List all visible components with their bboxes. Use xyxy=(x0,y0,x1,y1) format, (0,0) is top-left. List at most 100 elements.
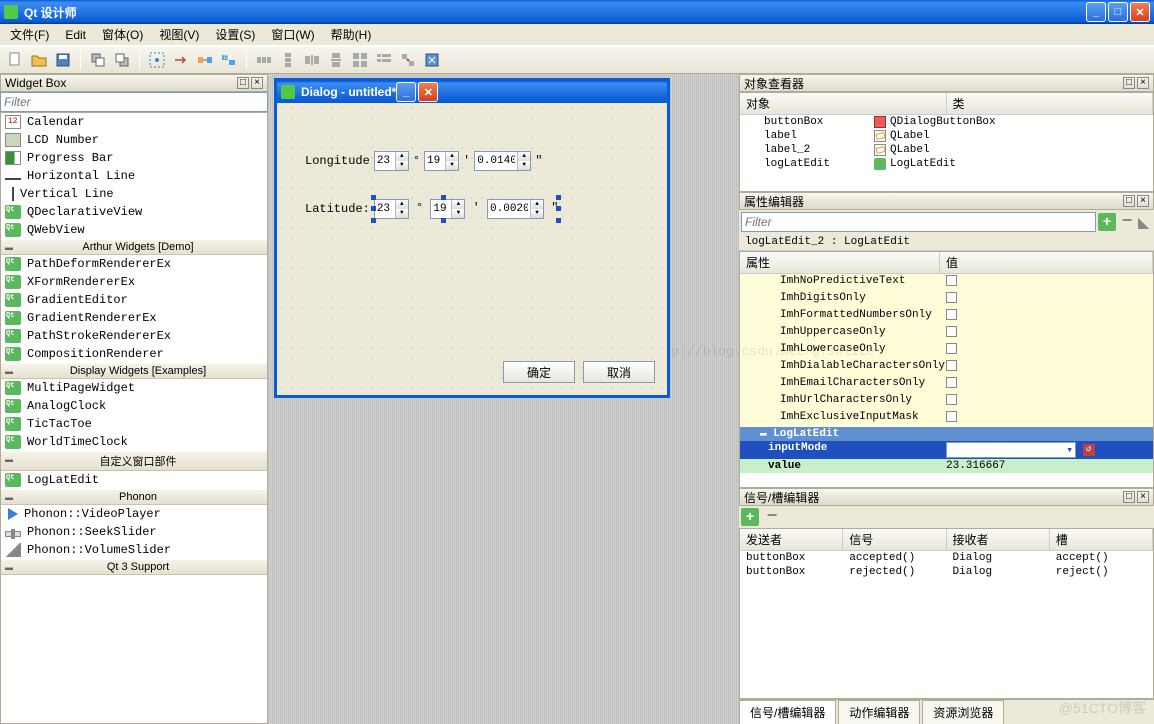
pe-row-value[interactable]: value23.316667 xyxy=(740,459,1153,473)
pe-imhexclusive[interactable]: ImhExclusiveInputMask xyxy=(740,410,1153,427)
new-form-button[interactable] xyxy=(4,49,26,71)
pe-imhnopredictive[interactable]: ImhNoPredictiveText xyxy=(740,274,1153,291)
layout-vert-button[interactable] xyxy=(277,49,299,71)
ss-row-accepted[interactable]: buttonBoxaccepted()Dialogaccept() xyxy=(740,551,1153,565)
pe-imhdigitsonly[interactable]: ImhDigitsOnly xyxy=(740,291,1153,308)
oi-row-loglatedit[interactable]: logLatEditLogLatEdit xyxy=(740,157,1153,171)
ss-float-button[interactable]: □ xyxy=(1123,491,1135,503)
adjust-size-button[interactable] xyxy=(421,49,443,71)
ok-button[interactable]: 确定 xyxy=(503,361,575,383)
ss-add-button[interactable]: + xyxy=(741,508,759,526)
pe-float-button[interactable]: □ xyxy=(1123,195,1135,207)
edit-signals-button[interactable] xyxy=(170,49,192,71)
ss-col-receiver[interactable]: 接收者 xyxy=(947,529,1050,550)
widget-composition[interactable]: CompositionRenderer xyxy=(1,345,267,363)
oi-row-label2[interactable]: label_2QLabel xyxy=(740,143,1153,157)
widget-qwebview[interactable]: QWebView xyxy=(1,221,267,239)
tab-signalslot[interactable]: 信号/槽编辑器 xyxy=(739,700,836,724)
lng-deg-spinbox[interactable]: ▲▼ xyxy=(374,151,409,171)
widget-loglatedit[interactable]: LogLatEdit xyxy=(1,471,267,489)
widget-analogclock[interactable]: AnalogClock xyxy=(1,397,267,415)
propertyeditor-filter[interactable] xyxy=(741,212,1096,232)
latitude-row[interactable]: Latitude: ▲▼ ° ▲▼ ′ ▲▼ ″ xyxy=(305,199,558,219)
ss-col-signal[interactable]: 信号 xyxy=(843,529,946,550)
dock-close-button[interactable]: × xyxy=(251,77,263,89)
widget-cat-arthur[interactable]: Arthur Widgets [Demo] xyxy=(1,239,267,255)
lng-min-spinbox[interactable]: ▲▼ xyxy=(424,151,459,171)
pe-col-value[interactable]: 值 xyxy=(940,252,1153,273)
lat-sec-spinbox[interactable]: ▲▼ xyxy=(487,199,544,219)
menu-help[interactable]: 帮助(H) xyxy=(325,24,378,45)
widget-gradienteditor[interactable]: GradientEditor xyxy=(1,291,267,309)
dock-float-button[interactable]: □ xyxy=(237,77,249,89)
signalslot-table[interactable]: 发送者 信号 接收者 槽 buttonBoxaccepted()Dialogac… xyxy=(739,528,1154,699)
pe-imhupper[interactable]: ImhUppercaseOnly xyxy=(740,325,1153,342)
dialog-minimize-button[interactable]: _ xyxy=(396,82,416,102)
widget-cat-phonon[interactable]: Phonon xyxy=(1,489,267,505)
menu-edit[interactable]: Edit xyxy=(59,26,92,44)
widget-qdeclarativeview[interactable]: QDeclarativeView xyxy=(1,203,267,221)
widgetbox-list[interactable]: Calendar LCD Number Progress Bar Horizon… xyxy=(0,112,268,724)
menu-file[interactable]: 文件(F) xyxy=(4,24,55,45)
pe-imhformatted[interactable]: ImhFormattedNumbersOnly xyxy=(740,308,1153,325)
menu-settings[interactable]: 设置(S) xyxy=(209,24,261,45)
widget-cat-qt3[interactable]: Qt 3 Support xyxy=(1,559,267,575)
lat-deg-spinbox[interactable]: ▲▼ xyxy=(374,199,409,219)
edit-taborder-button[interactable]: 123 xyxy=(218,49,240,71)
widget-cat-custom[interactable]: 自定义窗口部件 xyxy=(1,451,267,471)
widget-gradientrenderer[interactable]: GradientRendererEx xyxy=(1,309,267,327)
open-button[interactable] xyxy=(28,49,50,71)
ss-col-slot[interactable]: 槽 xyxy=(1050,529,1153,550)
dialog-body[interactable]: Longitude ▲▼ ° ▲▼ ′ ▲▼ ″ Latitude: xyxy=(277,103,667,395)
pe-imhemail[interactable]: ImhEmailCharactersOnly xyxy=(740,376,1153,393)
pe-section-loglatedit[interactable]: ▬ LogLatEdit xyxy=(740,427,1153,441)
tab-resource[interactable]: 资源浏览器 xyxy=(922,700,1004,724)
pe-config-button[interactable] xyxy=(1138,215,1152,229)
maximize-button[interactable]: □ xyxy=(1108,2,1128,22)
widget-pathdeform[interactable]: PathDeformRendererEx xyxy=(1,255,267,273)
oi-row-label[interactable]: labelQLabel xyxy=(740,129,1153,143)
widget-multipage[interactable]: MultiPageWidget xyxy=(1,379,267,397)
layout-vert-splitter-button[interactable] xyxy=(325,49,347,71)
layout-form-button[interactable] xyxy=(373,49,395,71)
cancel-button[interactable]: 取消 xyxy=(583,361,655,383)
send-back-button[interactable] xyxy=(87,49,109,71)
menu-window[interactable]: 窗口(W) xyxy=(265,24,320,45)
menu-view[interactable]: 视图(V) xyxy=(153,24,205,45)
lng-sec-spinbox[interactable]: ▲▼ xyxy=(474,151,531,171)
ss-remove-button[interactable]: − xyxy=(763,508,781,526)
widget-videoplayer[interactable]: Phonon::VideoPlayer xyxy=(1,505,267,523)
pe-row-inputmode[interactable]: inputModeDegSecMin ↺ xyxy=(740,441,1153,459)
ss-col-sender[interactable]: 发送者 xyxy=(740,529,843,550)
pe-col-property[interactable]: 属性 xyxy=(740,252,940,273)
widget-seekslider[interactable]: Phonon::SeekSlider xyxy=(1,523,267,541)
widget-worldtimeclock[interactable]: WorldTimeClock xyxy=(1,433,267,451)
pe-imhdialable[interactable]: ImhDialableCharactersOnly xyxy=(740,359,1153,376)
oi-float-button[interactable]: □ xyxy=(1123,77,1135,89)
ss-row-rejected[interactable]: buttonBoxrejected()Dialogreject() xyxy=(740,565,1153,579)
checkbox-icon[interactable] xyxy=(946,275,957,286)
oi-col-object[interactable]: 对象 xyxy=(740,93,947,114)
pe-remove-button[interactable]: − xyxy=(1118,213,1136,231)
widgetbox-filter[interactable] xyxy=(0,92,268,112)
layout-horiz-splitter-button[interactable] xyxy=(301,49,323,71)
widget-cat-display[interactable]: Display Widgets [Examples] xyxy=(1,363,267,379)
oi-col-class[interactable]: 类 xyxy=(947,93,1154,114)
widget-pathstroke[interactable]: PathStrokeRendererEx xyxy=(1,327,267,345)
widget-volumeslider[interactable]: Phonon::VolumeSlider xyxy=(1,541,267,559)
widget-vline[interactable]: Vertical Line xyxy=(1,185,267,203)
dialog-close-button[interactable]: ✕ xyxy=(418,82,438,102)
widget-tictactoe[interactable]: TicTacToe xyxy=(1,415,267,433)
break-layout-button[interactable] xyxy=(397,49,419,71)
widget-calendar[interactable]: Calendar xyxy=(1,113,267,131)
close-button[interactable]: ✕ xyxy=(1130,2,1150,22)
minimize-button[interactable]: _ xyxy=(1086,2,1106,22)
widget-hline[interactable]: Horizontal Line xyxy=(1,167,267,185)
widget-xform[interactable]: XFormRendererEx xyxy=(1,273,267,291)
save-button[interactable] xyxy=(52,49,74,71)
pe-close-button[interactable]: × xyxy=(1137,195,1149,207)
ss-close-button[interactable]: × xyxy=(1137,491,1149,503)
design-canvas[interactable]: http://blog.csdn.net/g.selite Dialog - u… xyxy=(268,74,739,724)
dialog-window[interactable]: Dialog - untitled* _ ✕ Longitude ▲▼ ° ▲▼… xyxy=(274,78,670,398)
edit-widgets-button[interactable] xyxy=(146,49,168,71)
